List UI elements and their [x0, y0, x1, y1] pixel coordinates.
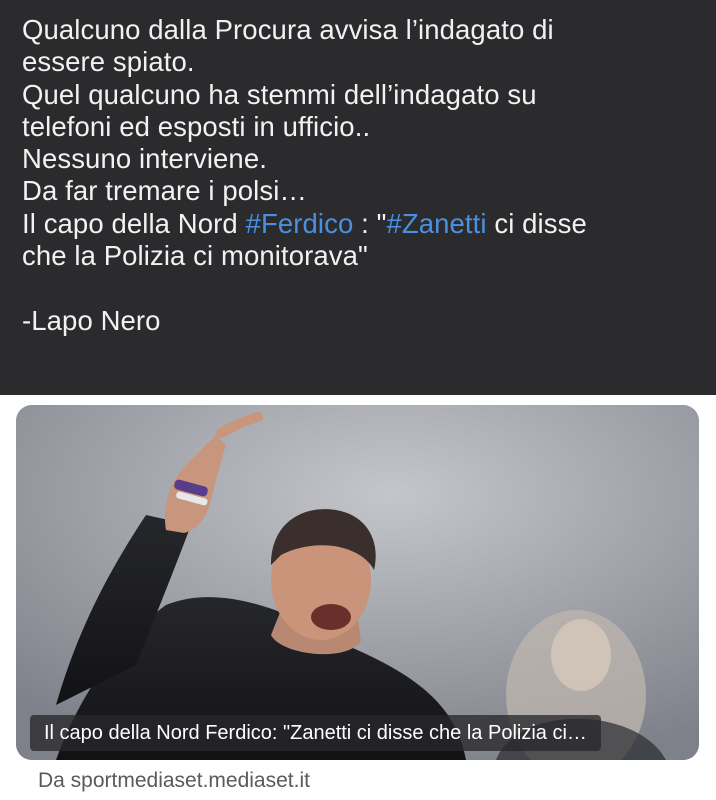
hashtag-link-ferdico[interactable]: #Ferdico [246, 208, 354, 239]
post-line: Nessuno interviene. [22, 143, 267, 175]
quote-suffix: ci disse [486, 207, 587, 239]
preview-caption: Il capo della Nord Ferdico: "Zanetti ci … [30, 715, 601, 751]
link-preview[interactable]: Il capo della Nord Ferdico: "Zanetti ci … [0, 395, 716, 800]
quote-prefix: Il capo della Nord [22, 207, 246, 239]
link-preview-card[interactable]: Il capo della Nord Ferdico: "Zanetti ci … [16, 405, 699, 760]
quote-middle: : " [353, 207, 387, 239]
post-line: Da far tremare i polsi… [22, 175, 308, 207]
quote-line-2: che la Polizia ci monitorava" [22, 240, 368, 272]
post-line: essere spiato. [22, 46, 195, 78]
preview-image [16, 405, 699, 760]
hashtag-link-zanetti[interactable]: #Zanetti [386, 208, 486, 239]
quote-line: Il capo della Nord #Ferdico : "#Zanetti … [22, 208, 696, 240]
preview-source-domain[interactable]: Da sportmediaset.mediaset.it [38, 768, 310, 794]
post-line: Qualcuno dalla Procura avvisa l’indagato… [22, 14, 554, 45]
post-line: telefoni ed esposti in ufficio.. [22, 110, 371, 142]
post-line: Quel qualcuno ha stemmi dell’indagato su [22, 78, 537, 110]
post-text: Qualcuno dalla Procura avvisa l’indagato… [0, 0, 716, 395]
signature: -Lapo Nero [22, 304, 161, 336]
